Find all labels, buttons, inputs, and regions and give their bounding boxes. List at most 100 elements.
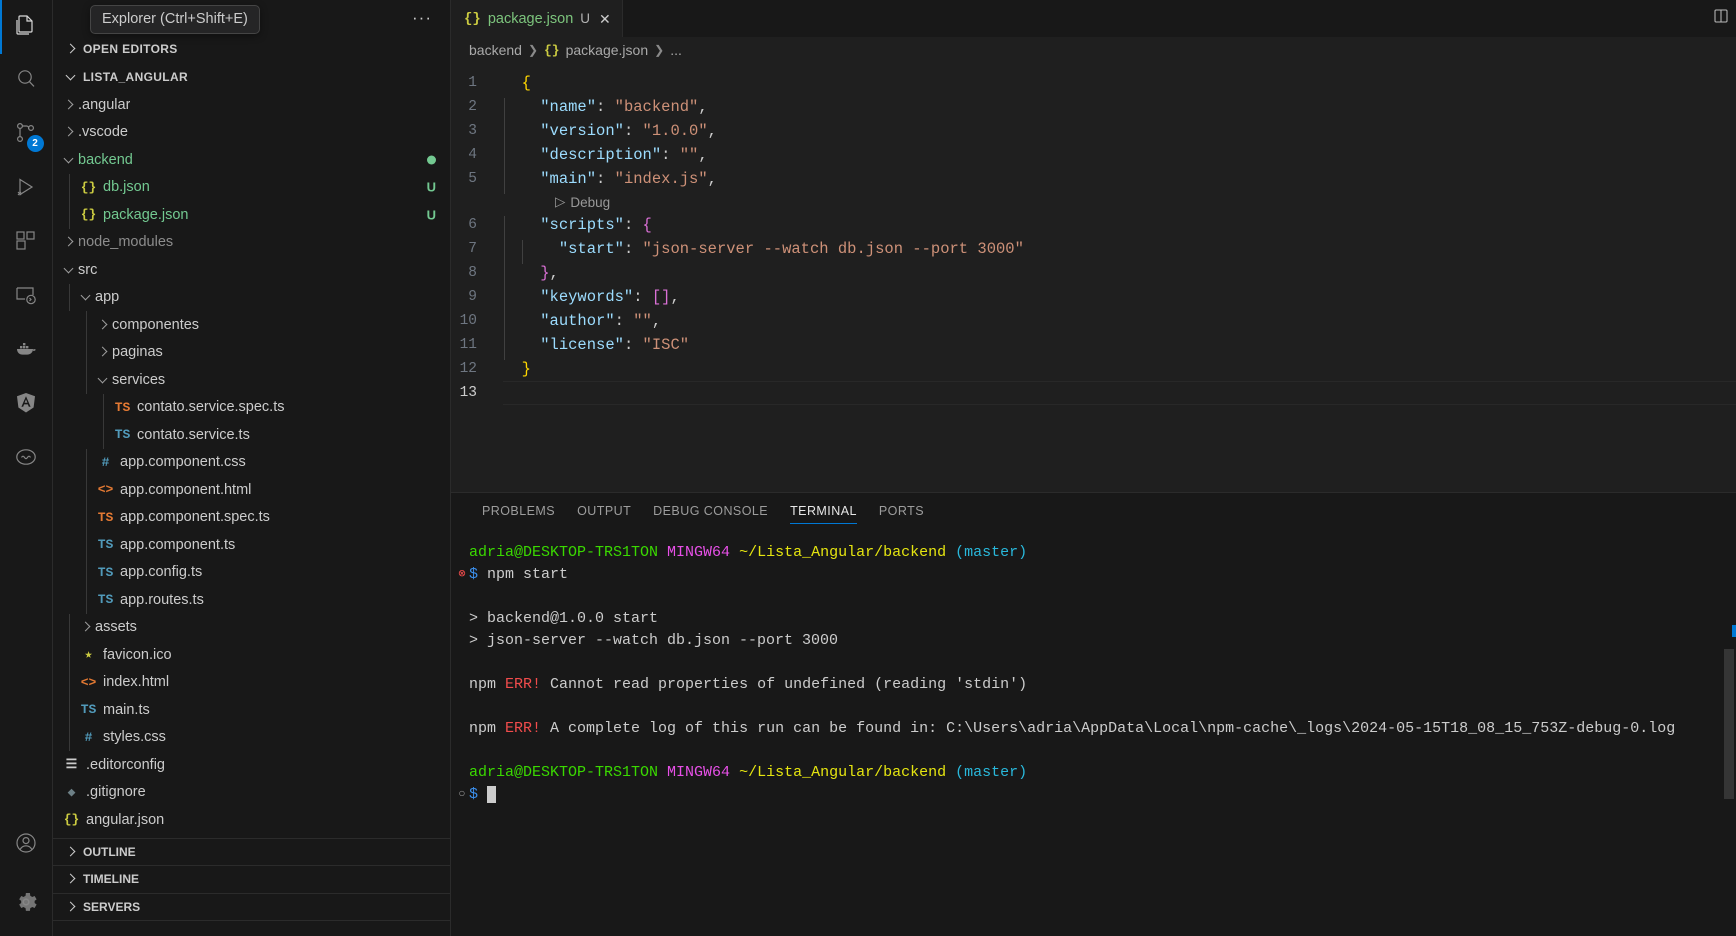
tree-item-label: paginas [112,344,163,361]
codelens-debug[interactable]: ▷ Debug [451,191,1736,213]
activity-remote-explorer[interactable] [0,270,53,324]
panel-tab-ports[interactable]: PORTS [868,493,935,529]
tree-item-label: src [78,261,98,278]
tree-item-label: assets [95,619,137,636]
chevron-right-icon [95,317,112,333]
tree-file-angular-json[interactable]: {} angular.json [53,806,450,834]
tree-file-app-config-ts[interactable]: TS app.config.ts [53,558,450,586]
sidebar-section-timeline[interactable]: TIMELINE [53,865,450,893]
terminal-line: adria@DESKTOP-TRS1TON MINGW64 ~/Lista_An… [469,761,1736,783]
tree-folder-app[interactable]: app [53,283,450,311]
indent-guide [103,393,104,421]
code-line: 9 "keywords": [], [451,285,1736,312]
tree-folder-services[interactable]: services [53,366,450,394]
code-text: { [503,74,531,92]
indent-guide [504,288,505,312]
indent-guide [86,338,87,366]
activity-angular[interactable] [0,378,53,432]
vscode-window: 2 ··· Explorer (Ctrl+Shift+E) OPEN EDITO… [0,0,1736,936]
tab-git-status: U [580,11,591,26]
code-token: "description" [540,146,662,164]
terminal-text: $ [469,565,479,583]
code-editor[interactable]: 1 {2 "name": "backend", 3 "version": "1.0… [451,63,1736,492]
activity-run-debug[interactable] [0,162,53,216]
tree-folder-src[interactable]: src [53,256,450,284]
terminal-output[interactable]: adria@DESKTOP-TRS1TON MINGW64 ~/Lista_An… [451,529,1736,936]
file-type-icon: ☰ [65,757,78,773]
tree-file-app-routes-ts[interactable]: TS app.routes.ts [53,586,450,614]
tree-file-app-component-html[interactable]: <> app.component.html [53,476,450,504]
panel-tab-debug-console[interactable]: DEBUG CONSOLE [642,493,779,529]
json-icon: {} [464,10,481,27]
sidebar-section-extra[interactable] [53,920,450,936]
tree-file-app-component-ts[interactable]: TS app.component.ts [53,531,450,559]
tree-file-gitignore[interactable]: ◆ .gitignore [53,779,450,807]
sidebar-section-servers[interactable]: SERVERS [53,892,450,920]
tree-item-label: app [95,289,120,306]
indent-guide [504,170,505,194]
tree-folder-paginas[interactable]: paginas [53,338,450,366]
tree-folder-componentes[interactable]: componentes [53,311,450,339]
activity-explorer[interactable] [0,0,53,54]
tree-file-main-ts[interactable]: TS main.ts [53,696,450,724]
tree-item-label: db.json [103,179,150,196]
tree-file-contato-service-ts[interactable]: TS contato.service.ts [53,421,450,449]
breadcrumb-root[interactable]: backend [469,42,522,58]
activity-search[interactable] [0,54,53,108]
tree-file-favicon-ico[interactable]: ★ favicon.ico [53,641,450,669]
code-token: "scripts" [540,216,624,234]
code-token: "" [679,146,699,164]
indent-guide [86,476,87,504]
terminal-lines: adria@DESKTOP-TRS1TON MINGW64 ~/Lista_An… [458,541,1736,805]
tree-file-index-html[interactable]: <> index.html [53,668,450,696]
code-line: 3 "version": "1.0.0", [451,119,1736,146]
indent-guide [69,283,70,311]
close-icon[interactable]: ✕ [599,12,611,26]
panel-tab-problems[interactable]: PROBLEMS [471,493,566,529]
indent-guide [504,216,505,240]
tree-folder-assets[interactable]: assets [53,613,450,641]
tree-folder-node-modules[interactable]: node_modules [53,229,450,257]
split-editor-icon[interactable] [1712,7,1730,30]
breadcrumb-tail[interactable]: ... [670,42,682,58]
activity-settings[interactable] [0,872,53,936]
file-type-icon: ★ [84,647,93,663]
tree-file-package-json[interactable]: {} package.json U [53,201,450,229]
workspace-section[interactable]: LISTA_ANGULAR [53,63,450,91]
extensions-icon [14,229,38,258]
chevron-right-icon [61,234,78,250]
tree-item-label: componentes [112,316,200,333]
tabs-empty-space [622,0,1712,37]
tab-package-json[interactable]: {} package.json U ✕ [451,0,623,37]
activity-thunder-client[interactable] [0,432,53,486]
breadcrumb-file[interactable]: package.json [566,42,649,58]
tree-file-app-component-spec-ts[interactable]: TS app.component.spec.ts [53,503,450,531]
tree-file-db-json[interactable]: {} db.json U [53,173,450,201]
activity-accounts[interactable] [0,818,53,872]
editor-area: {} package.json U ✕ backend ❯ {} package… [451,0,1736,936]
sidebar-more-actions[interactable]: ··· [412,9,442,26]
tree-item-label: main.ts [103,701,150,718]
panel-tab-terminal[interactable]: TERMINAL [779,493,868,529]
sidebar-section-outline[interactable]: OUTLINE [53,837,450,865]
tree-folder-backend[interactable]: backend [53,146,450,174]
panel-tab-output[interactable]: OUTPUT [566,493,642,529]
terminal-scrollbar[interactable] [1724,649,1734,799]
activity-extensions[interactable] [0,216,53,270]
tree-file-styles-css[interactable]: # styles.css [53,723,450,751]
tree-folder-angular[interactable]: .angular [53,91,450,119]
open-editors-section[interactable]: OPEN EDITORS [53,35,450,63]
tree-file-contato-service-spec-ts[interactable]: TS contato.service.spec.ts [53,393,450,421]
activity-docker[interactable] [0,324,53,378]
tree-file-app-component-css[interactable]: # app.component.css [53,448,450,476]
activity-source-control[interactable]: 2 [0,108,53,162]
tree-file-editorconfig[interactable]: ☰ .editorconfig [53,751,450,779]
tree-folder-vscode[interactable]: .vscode [53,119,450,147]
